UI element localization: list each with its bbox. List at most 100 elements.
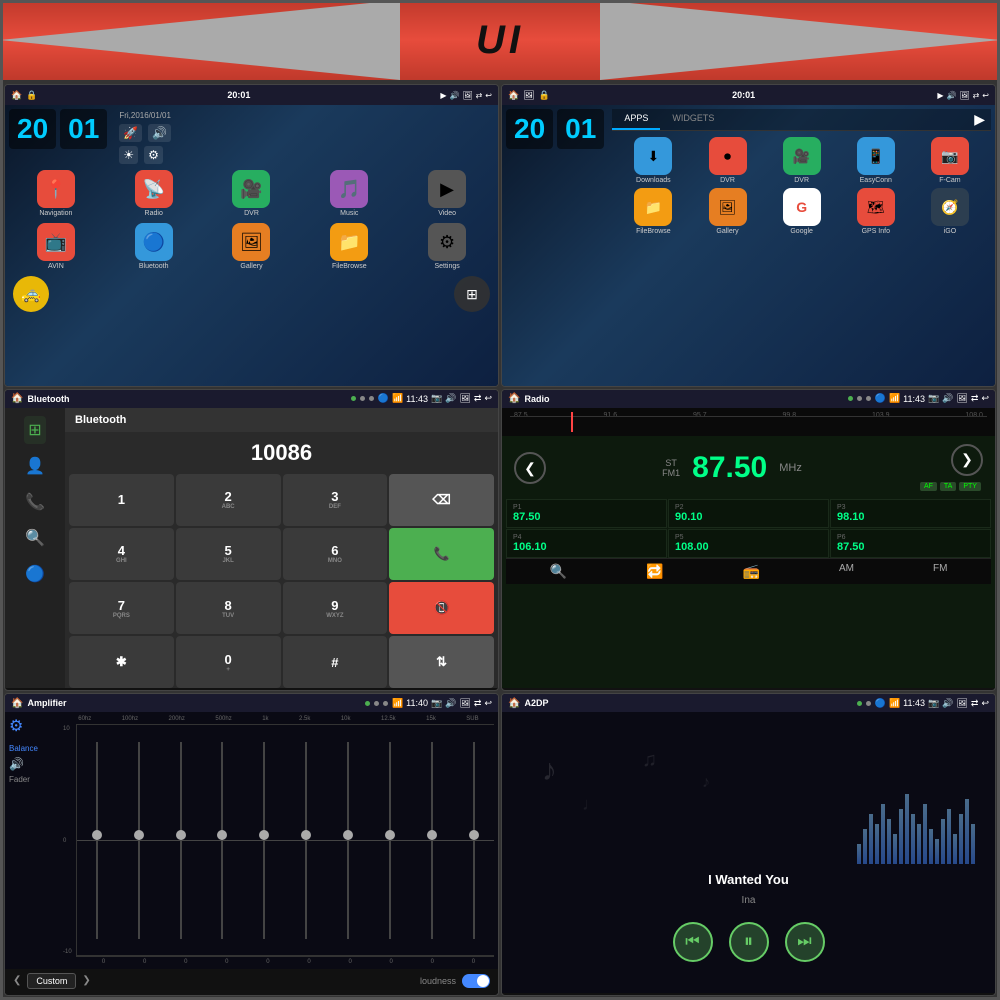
home-icon-6[interactable]: 🏠 [508, 698, 520, 709]
store-icon[interactable]: ▶ [968, 109, 991, 130]
dial-key-5[interactable]: 5JKL [176, 528, 281, 580]
eq-icon: ⚙ [9, 716, 59, 736]
radio-tag-af[interactable]: AF [920, 482, 937, 491]
amp-preset-button[interactable]: Custom [27, 973, 76, 989]
dial-key-4[interactable]: 4GHI [69, 528, 174, 580]
bt-sidebar-bt[interactable]: 🔵 [21, 560, 49, 588]
bt-sidebar-contacts[interactable]: 👤 [21, 452, 49, 480]
app-downloads[interactable]: ⬇ Downloads [618, 137, 688, 184]
music-note-2: ♫ [642, 749, 657, 772]
settings-small-icon-1[interactable]: ⚙ [144, 146, 163, 164]
home-icon-3[interactable]: 🏠 [11, 393, 23, 404]
dial-key-call[interactable]: 📞 [389, 528, 494, 580]
dial-key-7[interactable]: 7PQRS [69, 582, 174, 634]
amp-next-btn[interactable]: ❯ [82, 975, 90, 986]
bt-sidebar-search[interactable]: 🔍 [21, 524, 49, 552]
rocket-icon-1[interactable]: 🚀 [119, 124, 142, 142]
next-station-button[interactable]: ❯ [951, 444, 983, 476]
home-icon-2[interactable]: 🏠 [508, 90, 519, 101]
app-bluetooth[interactable]: 🔵 Bluetooth [107, 223, 201, 270]
radio-repeat-btn[interactable]: 🔁 [646, 563, 663, 580]
app-igo[interactable]: 🧭 iGO [915, 188, 985, 235]
radio-fm-btn[interactable]: FM [933, 563, 947, 580]
app-video[interactable]: ▶ Video [400, 170, 494, 217]
dial-key-star[interactable]: ✱ [69, 636, 174, 688]
bt-sidebar-calls[interactable]: 📞 [21, 488, 49, 516]
next-track-button[interactable]: ⏭ [785, 922, 825, 962]
preset-p1[interactable]: P1 87.50 [506, 499, 667, 528]
dial-key-6[interactable]: 6MNO [283, 528, 388, 580]
app-dvr-rec-label: DVR [720, 177, 735, 184]
app-google[interactable]: G Google [767, 188, 837, 235]
home-icon-5[interactable]: 🏠 [11, 698, 23, 709]
preset-p5[interactable]: P5 108.00 [668, 529, 829, 558]
radio-tag-ta[interactable]: TA [940, 482, 956, 491]
preset-p2[interactable]: P2 90.10 [668, 499, 829, 528]
dial-key-1[interactable]: 1 [69, 474, 174, 526]
radio-time: 11:43 [903, 394, 925, 404]
app-fcam[interactable]: 📷 F-Cam [915, 137, 985, 184]
speaker-icon-1[interactable]: 🔊 [148, 124, 171, 142]
app-navigation[interactable]: 📍 Navigation [9, 170, 103, 217]
dial-key-9[interactable]: 9WXYZ [283, 582, 388, 634]
app-avin-label: AVIN [48, 263, 64, 270]
radio-am-btn[interactable]: AM [839, 563, 854, 580]
home-icon-1[interactable]: 🏠 [11, 90, 22, 101]
app-avin[interactable]: 📺 AVIN [9, 223, 103, 270]
menu-button[interactable]: ⊞ [454, 276, 490, 312]
dial-key-0[interactable]: 0+ [176, 636, 281, 688]
tab-widgets[interactable]: WIDGETS [660, 109, 726, 130]
big-clock-2: 20 01 [506, 109, 604, 149]
radio-antenna-btn[interactable]: 📻 [742, 563, 759, 580]
amp-loudness-label: loudness [420, 976, 456, 986]
pause-button[interactable]: ⏸ [729, 922, 769, 962]
bt-sidebar-keypad[interactable]: ⊞ [24, 416, 45, 444]
tab-apps[interactable]: APPS [612, 109, 660, 130]
app-dvr[interactable]: 🎥 DVR [205, 170, 299, 217]
home-icon-4[interactable]: 🏠 [508, 393, 520, 404]
preset-p3[interactable]: P3 98.10 [830, 499, 991, 528]
radio-presets: P1 87.50 P2 90.10 P3 98.10 P4 106.10 [506, 499, 991, 558]
radio-search-btn[interactable]: 🔍 [550, 563, 567, 580]
app-music[interactable]: 🎵 Music [302, 170, 396, 217]
preset-p6[interactable]: P6 87.50 [830, 529, 991, 558]
dial-key-3[interactable]: 3DEF [283, 474, 388, 526]
brightness-icon-1[interactable]: ☀ [119, 146, 138, 164]
screen-bluetooth: 🏠 Bluetooth 🔵📶 11:43 📷🔊🖼⇄↩ ⊞ 👤 📞 🔍 🔵 [4, 389, 499, 692]
prev-station-button[interactable]: ❮ [514, 452, 546, 484]
amp-prev-btn[interactable]: ❮ [13, 975, 21, 986]
lock-icon-2: 🔒 [539, 90, 550, 101]
app-dvr-icon: 🎥 [232, 170, 270, 208]
app-gallery2-icon: 🖼 [709, 188, 747, 226]
app-gpsinfo-label: GPS Info [862, 228, 890, 235]
dial-key-end[interactable]: 📵 [389, 582, 494, 634]
amp-loudness-toggle[interactable] [462, 974, 490, 988]
app-dvr-rec[interactable]: ⏺ DVR [692, 137, 762, 184]
dial-key-8[interactable]: 8TUV [176, 582, 281, 634]
app-fcam-icon: 📷 [931, 137, 969, 175]
dial-key-2[interactable]: 2ABC [176, 474, 281, 526]
prev-track-button[interactable]: ⏮ [673, 922, 713, 962]
radio-tag-pty[interactable]: PTY [959, 482, 981, 491]
app-gallery2[interactable]: 🖼 Gallery [692, 188, 762, 235]
app-filebrowse[interactable]: 📁 FileBrowse [302, 223, 396, 270]
a2dp-header-icons: 🔵📶 11:43 📷🔊🖼⇄↩ [875, 698, 989, 709]
app-video-icon: ▶ [428, 170, 466, 208]
app-radio[interactable]: 📡 Radio [107, 170, 201, 217]
status-bar-2: 🏠 🖼 🔒 20:01 ▶🔊🖼⇄↩ [502, 85, 995, 105]
screen3-body: ⊞ 👤 📞 🔍 🔵 Bluetooth 10086 1 2ABC 3DEF ⌫ … [5, 408, 498, 689]
dial-key-backspace[interactable]: ⌫ [389, 474, 494, 526]
app-gallery[interactable]: 🖼 Gallery [205, 223, 299, 270]
app-gpsinfo-icon: 🗺 [857, 188, 895, 226]
bt-time: 11:43 [406, 394, 428, 404]
dial-key-swap[interactable]: ⇅ [389, 636, 494, 688]
taxi-button[interactable]: 🚕 [13, 276, 49, 312]
app-easyconn[interactable]: 📱 EasyConn [841, 137, 911, 184]
app-filebrowse2[interactable]: 📁 FileBrowse [618, 188, 688, 235]
preset-p4[interactable]: P4 106.10 [506, 529, 667, 558]
dial-key-hash[interactable]: # [283, 636, 388, 688]
song-artist: Ina [742, 895, 756, 906]
app-dvr2[interactable]: 🎥 DVR [767, 137, 837, 184]
app-gpsinfo[interactable]: 🗺 GPS Info [841, 188, 911, 235]
app-settings[interactable]: ⚙ Settings [400, 223, 494, 270]
